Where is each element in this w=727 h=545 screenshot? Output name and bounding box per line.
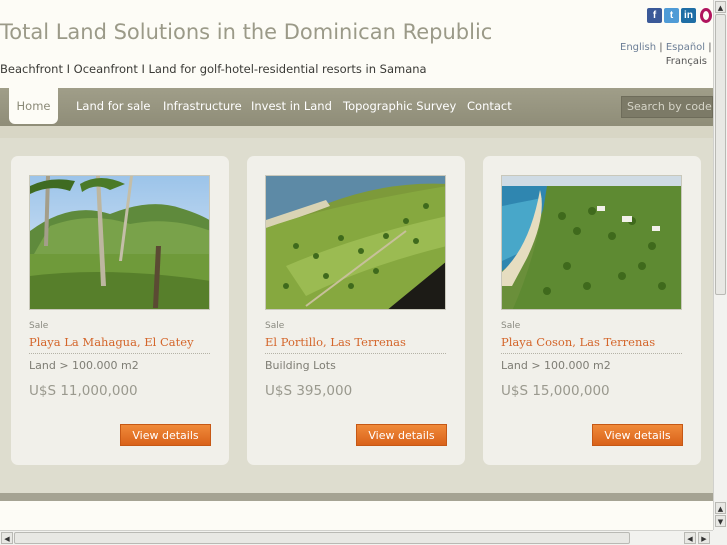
footer-divider bbox=[0, 493, 713, 501]
lang-separator: | bbox=[656, 42, 666, 53]
lang-english[interactable]: English bbox=[620, 42, 656, 53]
site-title[interactable]: Total Land Solutions in the Dominican Re… bbox=[0, 20, 492, 44]
nav-land-for-sale[interactable]: Land for sale bbox=[76, 88, 150, 126]
ring-logo-icon[interactable] bbox=[700, 8, 712, 23]
divider bbox=[29, 353, 210, 354]
view-details-button[interactable]: View details bbox=[356, 424, 447, 446]
listing-category: Building Lots bbox=[265, 359, 336, 372]
scroll-up-icon[interactable]: ▲ bbox=[715, 1, 726, 13]
listing-title[interactable]: Playa La Mahagua, El Catey bbox=[29, 335, 194, 349]
listing-photo[interactable] bbox=[265, 175, 446, 310]
view-details-button[interactable]: View details bbox=[120, 424, 211, 446]
site-header: Total Land Solutions in the Dominican Re… bbox=[0, 0, 713, 88]
listing-price: U$S 11,000,000 bbox=[29, 383, 138, 399]
nav-shadow-band bbox=[0, 126, 713, 138]
scrollbar-corner bbox=[713, 530, 727, 545]
linkedin-icon[interactable]: in bbox=[681, 8, 696, 23]
view-details-button[interactable]: View details bbox=[592, 424, 683, 446]
listing-title[interactable]: El Portillo, Las Terrenas bbox=[265, 335, 406, 349]
listing-title[interactable]: Playa Coson, Las Terrenas bbox=[501, 335, 655, 349]
listing-card: Sale El Portillo, Las Terrenas Building … bbox=[247, 156, 465, 465]
language-selector: English | Español | D Français bbox=[620, 41, 713, 69]
divider bbox=[501, 353, 682, 354]
nav-home[interactable]: Home bbox=[9, 88, 58, 124]
listing-price: U$S 395,000 bbox=[265, 383, 353, 399]
site-tagline: Beachfront I Oceanfront I Land for golf-… bbox=[0, 62, 427, 76]
listing-type: Sale bbox=[501, 321, 521, 331]
listing-price: U$S 15,000,000 bbox=[501, 383, 610, 399]
listing-category: Land > 100.000 m2 bbox=[29, 359, 139, 372]
facebook-icon[interactable]: f bbox=[647, 8, 662, 23]
lang-espanol[interactable]: Español bbox=[666, 42, 705, 53]
scroll-left-icon[interactable]: ◀ bbox=[684, 532, 696, 544]
listing-category: Land > 100.000 m2 bbox=[501, 359, 611, 372]
listing-type: Sale bbox=[29, 321, 49, 331]
scroll-left-icon[interactable]: ◀ bbox=[1, 532, 13, 544]
lang-separator: | bbox=[708, 42, 712, 53]
listing-photo[interactable] bbox=[29, 175, 210, 310]
nav-invest-in-land[interactable]: Invest in Land bbox=[251, 88, 332, 126]
nav-infrastructure[interactable]: Infrastructure bbox=[163, 88, 242, 126]
vertical-scrollbar[interactable]: ▲ ▲ ▼ bbox=[713, 0, 727, 530]
listing-card: Sale Playa Coson, Las Terrenas Land > 10… bbox=[483, 156, 701, 465]
scroll-up-icon[interactable]: ▲ bbox=[715, 502, 726, 514]
social-links: f t in bbox=[647, 8, 712, 23]
twitter-icon[interactable]: t bbox=[664, 8, 679, 23]
search-input[interactable]: Search by code bbox=[621, 96, 713, 118]
lang-francais[interactable]: Français bbox=[620, 55, 713, 69]
nav-contact[interactable]: Contact bbox=[467, 88, 512, 126]
main-nav: Home Land for sale Infrastructure Invest… bbox=[0, 88, 713, 126]
horizontal-scrollbar[interactable]: ◀ ◀ ▶ bbox=[0, 530, 713, 545]
listing-card: Sale Playa La Mahagua, El Catey Land > 1… bbox=[11, 156, 229, 465]
listing-type: Sale bbox=[265, 321, 285, 331]
scroll-down-icon[interactable]: ▼ bbox=[715, 515, 726, 527]
scroll-right-icon[interactable]: ▶ bbox=[698, 532, 710, 544]
vertical-scroll-thumb[interactable] bbox=[715, 14, 726, 295]
horizontal-scroll-thumb[interactable] bbox=[14, 532, 630, 544]
listing-photo[interactable] bbox=[501, 175, 682, 310]
divider bbox=[265, 353, 446, 354]
nav-topographic-survey[interactable]: Topographic Survey bbox=[343, 88, 456, 126]
